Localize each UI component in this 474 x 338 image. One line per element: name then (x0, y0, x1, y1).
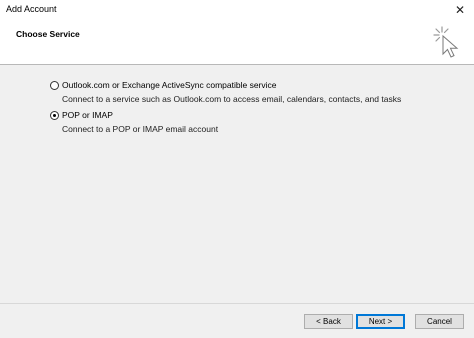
back-button[interactable]: < Back (304, 314, 353, 329)
title-bar: Add Account ✕ (0, 0, 474, 20)
wizard-cursor-icon (433, 26, 459, 58)
window-title: Add Account (6, 4, 57, 14)
exchange-description: Connect to a service such as Outlook.com… (62, 94, 402, 104)
pop-imap-description: Connect to a POP or IMAP email account (62, 124, 219, 134)
exchange-label[interactable]: Outlook.com or Exchange ActiveSync compa… (62, 80, 277, 90)
close-icon: ✕ (454, 3, 466, 17)
next-button[interactable]: Next > (356, 314, 405, 329)
footer-divider (0, 303, 474, 304)
close-button[interactable]: ✕ (446, 0, 474, 20)
wizard-header: Choose Service (0, 20, 474, 65)
service-options: Outlook.com or Exchange ActiveSync compa… (0, 65, 474, 303)
exchange-radio[interactable] (50, 81, 59, 90)
pop-imap-label[interactable]: POP or IMAP (62, 110, 113, 120)
cancel-button[interactable]: Cancel (415, 314, 464, 329)
add-account-dialog: Add Account ✕ Choose Service Outlook.com… (0, 0, 474, 338)
pop-imap-radio[interactable] (50, 111, 59, 120)
page-title: Choose Service (16, 29, 80, 39)
